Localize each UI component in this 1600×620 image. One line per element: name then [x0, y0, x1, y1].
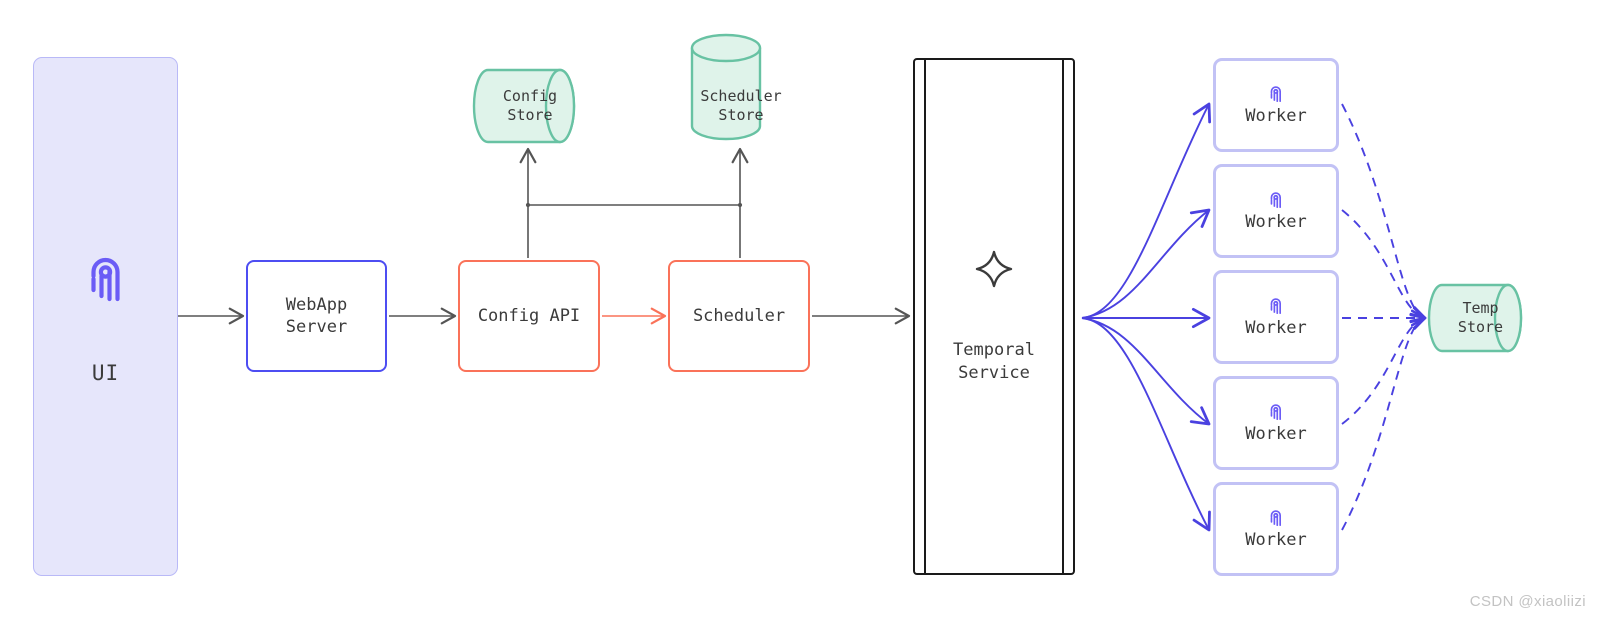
config-store-node[interactable]: Config Store [475, 70, 585, 142]
worker-label: Worker [1245, 212, 1307, 233]
temp-store-node[interactable]: Temp Store [1429, 284, 1532, 352]
temporal-logo-icon [1266, 188, 1286, 209]
edge-temporal-to-worker-4 [1081, 317, 1211, 426]
worker-node-1[interactable]: Worker [1213, 58, 1339, 152]
worker-label: Worker [1245, 424, 1307, 445]
scheduler-store-node[interactable]: Scheduler Store [691, 33, 791, 143]
temporal-service-node[interactable]: Temporal Service [913, 57, 1075, 576]
webapp-server-node[interactable]: WebApp Server [246, 260, 387, 372]
edge-worker-2-to-temp-store [1341, 209, 1427, 323]
webapp-server-label: WebApp Server [285, 294, 348, 337]
worker-node-2[interactable]: Worker [1213, 164, 1339, 258]
edge-temporal-to-worker-5 [1081, 317, 1211, 532]
edge-worker-1-to-temp-store [1341, 103, 1427, 324]
worker-node-3[interactable]: Worker [1213, 270, 1339, 364]
edge-worker-4-to-temp-store [1341, 313, 1427, 425]
config-store-label: Config Store [502, 86, 558, 125]
edge-junction-left [525, 202, 531, 208]
worker-label: Worker [1245, 530, 1307, 551]
worker-label: Worker [1245, 106, 1307, 127]
edge-junction-right [737, 202, 743, 208]
temporal-logo-icon [1266, 506, 1286, 527]
worker-node-5[interactable]: Worker [1213, 482, 1339, 576]
temporal-logo-icon [79, 246, 133, 308]
worker-label: Worker [1245, 318, 1307, 339]
edge-temporal-to-worker-2 [1081, 208, 1211, 319]
watermark: CSDN @xiaoliizi [1469, 593, 1586, 610]
ui-panel[interactable]: UI [33, 57, 178, 576]
worker-node-4[interactable]: Worker [1213, 376, 1339, 470]
ui-label: UI [91, 360, 120, 385]
edge-worker-5-to-temp-store [1341, 312, 1427, 531]
config-api-node[interactable]: Config API [458, 260, 600, 372]
temporal-service-label: Temporal Service [953, 340, 1035, 383]
scheduler-store-label: Scheduler Store [700, 86, 782, 125]
temporal-logo-icon [1266, 82, 1286, 103]
edge-temporal-to-worker-1 [1081, 102, 1212, 319]
temporal-logo-icon [1266, 400, 1286, 421]
four-point-star-icon [974, 249, 1014, 293]
scheduler-label: Scheduler [692, 305, 786, 326]
temp-store-label: Temp Store [1457, 298, 1504, 337]
temporal-logo-icon [1266, 294, 1286, 315]
scheduler-node[interactable]: Scheduler [668, 260, 810, 372]
config-api-label: Config API [477, 305, 581, 326]
